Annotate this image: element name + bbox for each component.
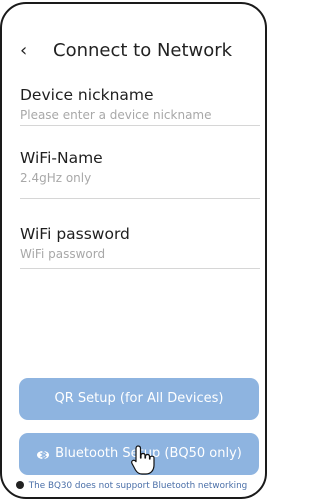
phone-frame: ‹ Connect to Network Device nickname Ple… — [0, 2, 267, 499]
wifi-name-input[interactable]: 2.4gHz only — [20, 170, 260, 186]
qr-setup-button[interactable]: QR Setup (for All Devices) — [19, 378, 259, 420]
divider — [20, 198, 260, 199]
qr-setup-label: QR Setup (for All Devices) — [54, 391, 224, 406]
divider — [20, 268, 260, 269]
wifi-name-label: WiFi-Name — [20, 149, 103, 167]
bluetooth-icon — [37, 450, 50, 460]
header: ‹ Connect to Network — [2, 40, 265, 64]
bluetooth-note: The BQ30 does not support Bluetooth netw… — [16, 478, 265, 494]
wifi-password-field[interactable]: WiFi password WiFi password — [20, 224, 260, 269]
wifi-password-input[interactable]: WiFi password — [20, 246, 260, 262]
wifi-password-label: WiFi password — [20, 225, 130, 243]
page-title: Connect to Network — [53, 40, 233, 61]
divider — [20, 125, 260, 126]
device-nickname-input[interactable]: Please enter a device nickname — [20, 107, 260, 123]
device-nickname-field[interactable]: Device nickname Please enter a device ni… — [20, 85, 260, 126]
device-nickname-label: Device nickname — [20, 86, 154, 104]
hand-cursor-icon — [131, 445, 155, 475]
back-icon[interactable]: ‹ — [20, 40, 27, 62]
wifi-name-field[interactable]: WiFi-Name 2.4gHz only — [20, 148, 260, 199]
bluetooth-note-text: The BQ30 does not support Bluetooth netw… — [28, 481, 248, 491]
info-icon — [16, 480, 24, 489]
